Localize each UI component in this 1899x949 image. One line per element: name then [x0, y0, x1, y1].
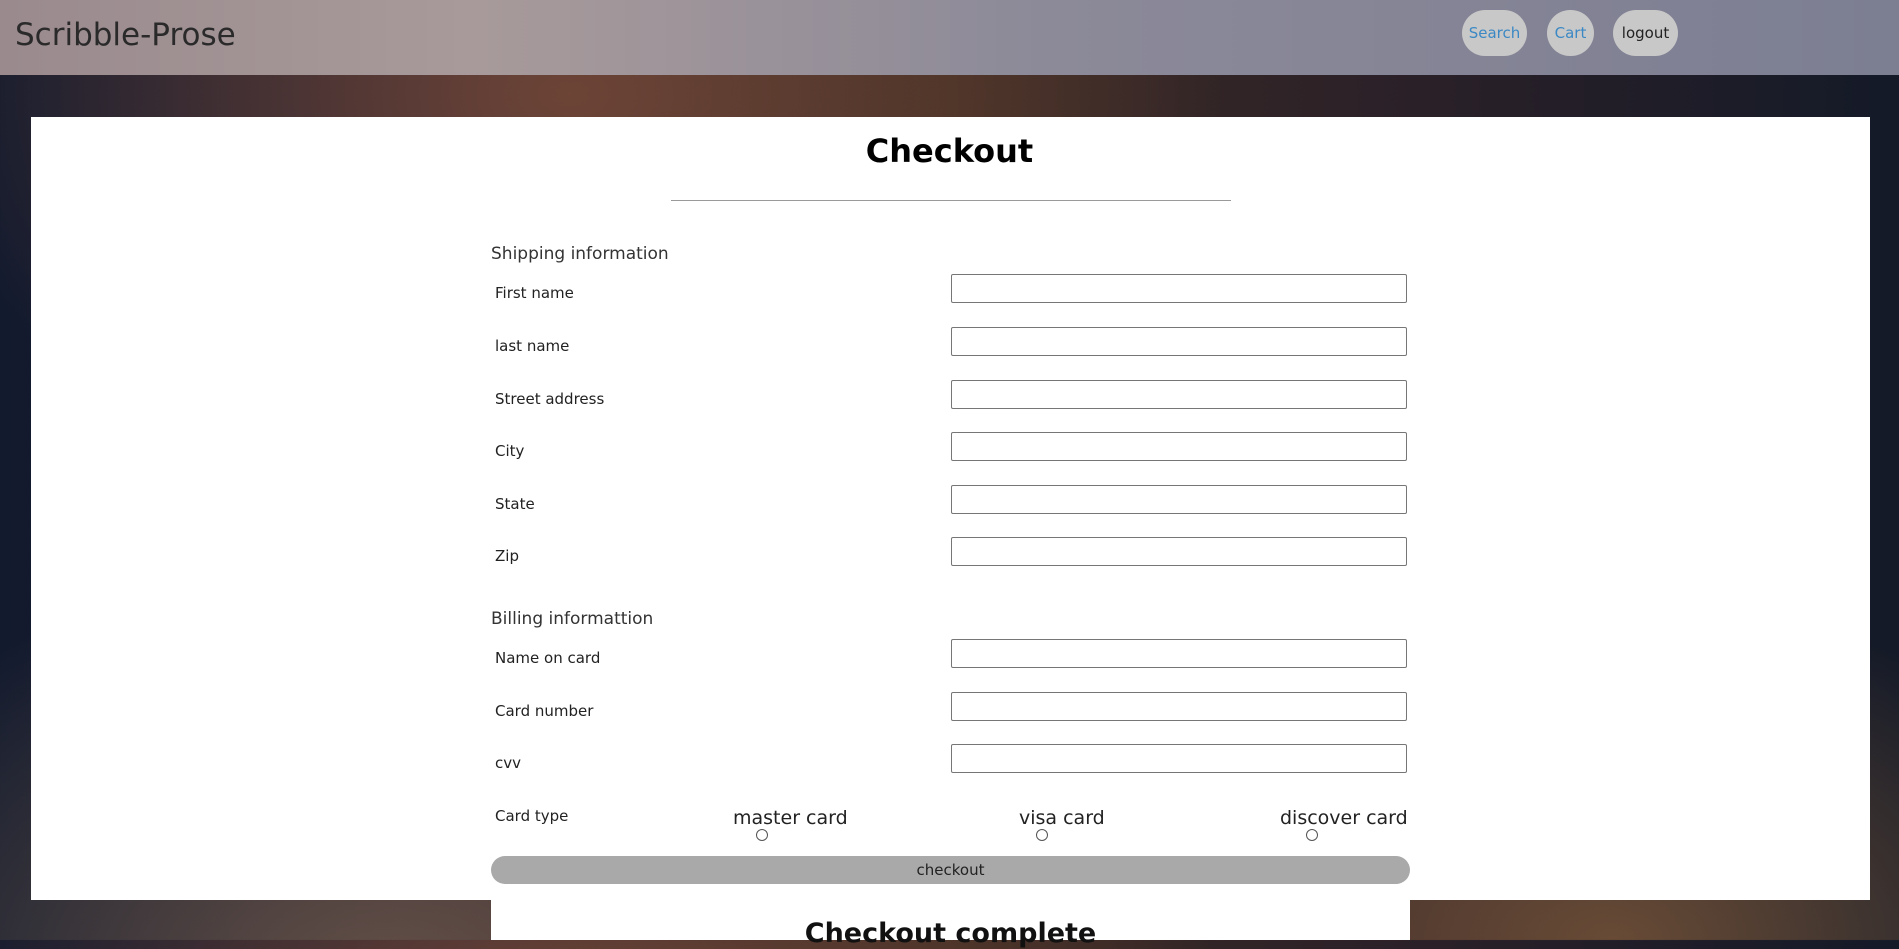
- visa-card-radio[interactable]: [1036, 829, 1048, 841]
- cart-nav-button[interactable]: Cart: [1547, 10, 1594, 56]
- card-number-input[interactable]: [951, 692, 1407, 721]
- page-title: Checkout: [865, 132, 1034, 170]
- card-number-label: Card number: [495, 702, 594, 720]
- brand-logo[interactable]: Scribble-Prose: [15, 17, 236, 53]
- zip-label: Zip: [495, 547, 519, 565]
- state-input[interactable]: [951, 485, 1407, 514]
- state-label: State: [495, 495, 535, 513]
- logout-nav-button[interactable]: logout: [1613, 10, 1678, 56]
- cvv-label: cvv: [495, 754, 522, 772]
- checkout-complete-panel: Checkout complete: [491, 900, 1410, 949]
- discover-card-radio[interactable]: [1306, 829, 1318, 841]
- last-name-label: last name: [495, 337, 570, 355]
- first-name-input[interactable]: [951, 274, 1407, 303]
- billing-section-title: Billing informattion: [491, 609, 654, 629]
- master-card-label: master card: [733, 807, 848, 829]
- city-label: City: [495, 442, 525, 460]
- street-address-label: Street address: [495, 390, 605, 408]
- name-on-card-label: Name on card: [495, 649, 601, 667]
- search-nav-button[interactable]: Search: [1462, 10, 1527, 56]
- cvv-input[interactable]: [951, 744, 1407, 773]
- top-navbar: Scribble-Prose Search Cart logout: [0, 0, 1899, 75]
- title-divider: [671, 200, 1231, 201]
- name-on-card-input[interactable]: [951, 639, 1407, 668]
- discover-card-label: discover card: [1280, 807, 1408, 829]
- zip-input[interactable]: [951, 537, 1407, 566]
- master-card-radio[interactable]: [756, 829, 768, 841]
- checkout-complete-title: Checkout complete: [804, 918, 1097, 949]
- card-type-label: Card type: [495, 807, 569, 825]
- checkout-button[interactable]: checkout: [491, 856, 1410, 884]
- shipping-section-title: Shipping information: [491, 244, 669, 264]
- street-address-input[interactable]: [951, 380, 1407, 409]
- last-name-input[interactable]: [951, 327, 1407, 356]
- city-input[interactable]: [951, 432, 1407, 461]
- visa-card-label: visa card: [1019, 807, 1105, 829]
- first-name-label: First name: [495, 284, 574, 302]
